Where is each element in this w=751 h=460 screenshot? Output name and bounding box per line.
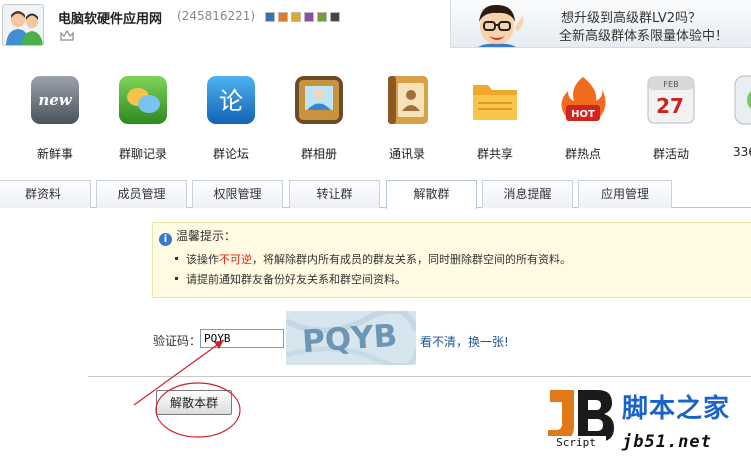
tab-permission-management[interactable]: 权限管理 — [192, 180, 283, 208]
calendar-day: 27 — [656, 94, 684, 118]
banner-line-2: 全新高级群体系限量体验中！ — [559, 29, 729, 44]
banner-line-1: 想升级到高级群LV2吗？ — [561, 11, 701, 26]
notice-title: i 温馨提示： — [159, 227, 236, 246]
info-icon: i — [159, 233, 172, 246]
skin-color-swatch[interactable] — [265, 12, 275, 22]
app-chat-history[interactable]: 群聊记录 — [103, 75, 183, 165]
tab-group-info[interactable]: 群资料 — [0, 180, 91, 208]
divider — [88, 376, 751, 377]
app-hot-topics[interactable]: HOT 群热点 — [543, 75, 623, 165]
tab-app-management[interactable]: 应用管理 — [578, 180, 672, 208]
app-label: 新鲜事 — [36, 147, 73, 161]
address-book-icon — [382, 75, 432, 125]
dissolve-group-button[interactable]: 解散本群 — [156, 390, 232, 415]
svg-text:论: 论 — [219, 87, 243, 115]
irreversible-warning: 不可逆 — [219, 253, 252, 266]
news-icon: new — [30, 75, 80, 125]
app-events[interactable]: FEB 27 群活动 — [631, 75, 711, 165]
calendar-month: FEB — [663, 80, 678, 89]
skin-color-swatch[interactable] — [317, 12, 327, 22]
captcha-text: PQYB — [301, 318, 398, 361]
app-photo-album[interactable]: 群相册 — [279, 75, 359, 165]
tab-member-management[interactable]: 成员管理 — [96, 180, 187, 208]
watermark-url: jb51.net — [622, 432, 712, 452]
skin-color-swatch[interactable] — [278, 12, 288, 22]
app-label: 336 — [733, 145, 751, 159]
upgrade-banner[interactable]: 想升级到高级群LV2吗？ 全新高级群体系限量体验中！ — [450, 0, 751, 48]
app-label: 群聊记录 — [118, 147, 167, 161]
group-people-icon — [3, 5, 43, 45]
svg-text:new: new — [38, 91, 72, 109]
app-label: 通讯录 — [388, 147, 425, 161]
skin-color-picker — [265, 12, 340, 22]
warning-notice: i 温馨提示： 该操作不可逆，将解除群内所有成员的群友关系，同时删除群空间的所有资… — [152, 222, 751, 298]
skin-color-swatch[interactable] — [330, 12, 340, 22]
captcha-label: 验证码： — [153, 334, 202, 348]
app-label: 群相册 — [300, 147, 337, 161]
captcha-image[interactable]: PQYB — [286, 311, 416, 365]
notice-item-1: 该操作不可逆，将解除群内所有成员的群友关系，同时删除群空间的所有资料。 — [175, 251, 571, 267]
app-address-book[interactable]: 通讯录 — [367, 75, 447, 165]
hot-topics-icon: HOT — [558, 75, 608, 125]
settings-tabs: 群资料 成员管理 权限管理 转让群 解散群 消息提醒 应用管理 — [0, 180, 751, 209]
tab-dissolve-group[interactable]: 解散群 — [386, 180, 477, 209]
app-label: 群热点 — [564, 147, 601, 161]
chat-bubbles-icon — [118, 75, 168, 125]
shared-folder-icon — [470, 75, 520, 125]
tab-transfer-group[interactable]: 转让群 — [289, 180, 380, 208]
watermark-site-name: 脚本之家 — [622, 394, 731, 424]
skin-color-swatch[interactable] — [304, 12, 314, 22]
refresh-captcha-link[interactable]: 看不清，换一张! — [420, 333, 509, 350]
app-shared-files[interactable]: 群共享 — [455, 75, 535, 165]
app-label: 群共享 — [476, 147, 513, 161]
group-name: 电脑软硬件应用网 — [58, 12, 163, 27]
mascot-icon — [478, 4, 524, 47]
app-label: 群论坛 — [212, 147, 249, 161]
photo-album-icon — [294, 75, 344, 125]
group-avatar[interactable] — [2, 4, 44, 46]
captcha-input[interactable] — [200, 329, 284, 348]
app-label: 群活动 — [652, 147, 689, 161]
svg-text:HOT: HOT — [571, 109, 595, 120]
watermark-script-label: Script — [546, 436, 606, 449]
app-icon — [734, 75, 751, 125]
forum-icon: 论 — [206, 75, 256, 125]
skin-color-swatch[interactable] — [291, 12, 301, 22]
tab-message-reminder[interactable]: 消息提醒 — [482, 180, 573, 208]
group-id: (245816221) — [177, 9, 256, 23]
site-watermark: Script 脚本之家 jb51.net — [540, 384, 751, 460]
crown-icon — [60, 30, 74, 41]
app-more[interactable]: 336 — [719, 75, 751, 165]
app-forum[interactable]: 论 群论坛 — [191, 75, 271, 165]
calendar-icon: FEB 27 — [646, 75, 696, 125]
app-bar: new 新鲜事 群聊记录 论 群论坛 群相册 通讯录 群共享 HOT 群热点 F… — [0, 75, 751, 165]
app-news[interactable]: new 新鲜事 — [15, 75, 95, 165]
notice-item-2: 请提前通知群友备份好友关系和群空间资料。 — [175, 271, 406, 287]
header: 电脑软硬件应用网 (245816221) 想升级到高级群LV2吗？ 全新高级群体… — [0, 0, 751, 52]
